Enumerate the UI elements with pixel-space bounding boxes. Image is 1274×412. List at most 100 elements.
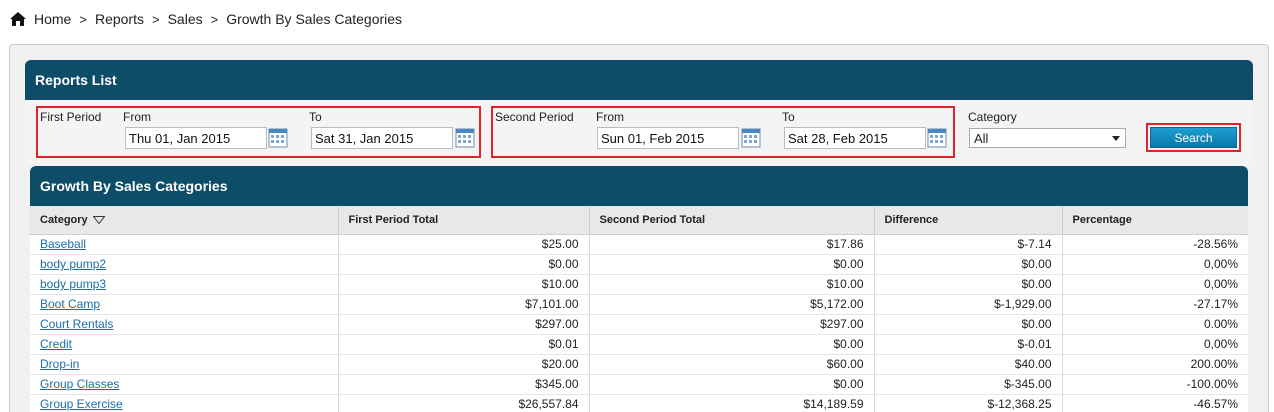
percentage-cell: 0,00% xyxy=(1062,334,1248,355)
percentage-cell: -46.57% xyxy=(1062,394,1248,412)
second-period-cell: $0.00 xyxy=(589,254,875,275)
breadcrumb-sales[interactable]: Sales xyxy=(168,11,203,27)
column-header-percentage[interactable]: Percentage xyxy=(1062,206,1248,235)
category-cell: Drop-in xyxy=(30,354,339,375)
calendar-icon[interactable] xyxy=(741,128,761,148)
breadcrumb: Home > Reports > Sales > Growth By Sales… xyxy=(10,10,402,28)
difference-cell: $0.00 xyxy=(874,254,1063,275)
chevron-down-icon xyxy=(1112,136,1120,141)
percentage-cell: -27.17% xyxy=(1062,294,1248,315)
first-period-cell: $25.00 xyxy=(338,234,590,255)
column-header-second-period[interactable]: Second Period Total xyxy=(589,206,875,235)
percentage-cell: -28.56% xyxy=(1062,234,1248,255)
category-link[interactable]: Credit xyxy=(40,337,72,351)
first-period-from-label: From xyxy=(123,110,151,124)
breadcrumb-current: Growth By Sales Categories xyxy=(226,11,403,27)
table-body: Baseball $25.00 $17.86 $-7.14 -28.56% body pu… xyxy=(30,234,1248,412)
difference-cell: $-1,929.00 xyxy=(874,294,1063,315)
category-cell: body pump2 xyxy=(30,254,339,275)
sort-down-icon[interactable] xyxy=(92,215,105,224)
home-icon[interactable] xyxy=(10,12,26,26)
second-period-cell: $297.00 xyxy=(589,314,875,335)
category-link[interactable]: body pump2 xyxy=(40,257,106,271)
column-header-difference[interactable]: Difference xyxy=(874,206,1063,235)
category-link[interactable]: Group Classes xyxy=(40,377,119,391)
first-period-to-input[interactable] xyxy=(311,127,453,149)
table-row: Group Exercise $26,557.84 $14,189.59 $-12,3… xyxy=(30,394,1248,412)
category-link[interactable]: Drop-in xyxy=(40,357,79,371)
calendar-icon[interactable] xyxy=(455,128,475,148)
category-selected-value: All xyxy=(974,131,989,146)
difference-cell: $-345.00 xyxy=(874,374,1063,395)
first-period-cell: $0.01 xyxy=(338,334,590,355)
second-period-cell: $0.00 xyxy=(589,334,875,355)
second-period-to-input[interactable] xyxy=(784,127,926,149)
difference-cell: $0.00 xyxy=(874,314,1063,335)
category-link[interactable]: Baseball xyxy=(40,237,86,251)
percentage-cell: 0.00% xyxy=(1062,314,1248,335)
category-cell: Credit xyxy=(30,334,339,355)
growth-title: Growth By Sales Categories xyxy=(40,178,228,194)
percentage-cell: 200.00% xyxy=(1062,354,1248,375)
second-period-cell: $14,189.59 xyxy=(589,394,875,412)
category-cell: body pump3 xyxy=(30,274,339,295)
breadcrumb-separator: > xyxy=(79,11,87,27)
percentage-cell: 0,00% xyxy=(1062,254,1248,275)
first-period-from-input[interactable] xyxy=(125,127,267,149)
second-period-from-label: From xyxy=(596,110,624,124)
category-cell: Boot Camp xyxy=(30,294,339,315)
first-period-cell: $297.00 xyxy=(338,314,590,335)
category-cell: Group Exercise xyxy=(30,394,339,412)
reports-list-title: Reports List xyxy=(35,72,117,88)
category-label: Category xyxy=(968,110,1017,124)
category-cell: Group Classes xyxy=(30,374,339,395)
breadcrumb-home[interactable]: Home xyxy=(34,11,71,27)
breadcrumb-separator: > xyxy=(210,11,219,27)
percentage-cell: 0,00% xyxy=(1062,274,1248,295)
category-select[interactable]: All xyxy=(969,128,1126,148)
growth-table: Category First Period Total Second Perio… xyxy=(30,206,1248,412)
category-link[interactable]: Court Rentals xyxy=(40,317,113,331)
column-header-first-period[interactable]: First Period Total xyxy=(338,206,590,235)
category-link[interactable]: body pump3 xyxy=(40,277,106,291)
growth-header: Growth By Sales Categories xyxy=(30,166,1248,206)
first-period-cell: $20.00 xyxy=(338,354,590,375)
difference-cell: $-0.01 xyxy=(874,334,1063,355)
search-button[interactable]: Search xyxy=(1150,127,1237,148)
table-row: body pump2 $0.00 $0.00 $0.00 0,00% xyxy=(30,254,1248,275)
breadcrumb-reports[interactable]: Reports xyxy=(95,11,144,27)
first-period-cell: $345.00 xyxy=(338,374,590,395)
percentage-cell: -100.00% xyxy=(1062,374,1248,395)
breadcrumb-separator: > xyxy=(151,11,160,27)
first-period-label: First Period xyxy=(40,110,102,124)
column-header-category[interactable]: Category xyxy=(30,206,339,235)
second-period-to-label: To xyxy=(782,110,795,124)
second-period-cell: $17.86 xyxy=(589,234,875,255)
table-row: Court Rentals $297.00 $297.00 $0.00 0.00% xyxy=(30,314,1248,335)
second-period-cell: $0.00 xyxy=(589,374,875,395)
table-row: Credit $0.01 $0.00 $-0.01 0,00% xyxy=(30,334,1248,355)
table-row: Drop-in $20.00 $60.00 $40.00 200.00% xyxy=(30,354,1248,375)
first-period-cell: $7,101.00 xyxy=(338,294,590,315)
difference-cell: $0.00 xyxy=(874,274,1063,295)
difference-cell: $-12,368.25 xyxy=(874,394,1063,412)
table-row: body pump3 $10.00 $10.00 $0.00 0,00% xyxy=(30,274,1248,295)
table-row: Boot Camp $7,101.00 $5,172.00 $-1,929.00 -27… xyxy=(30,294,1248,315)
second-period-cell: $5,172.00 xyxy=(589,294,875,315)
first-period-cell: $26,557.84 xyxy=(338,394,590,412)
first-period-cell: $10.00 xyxy=(338,274,590,295)
column-header-label: Category xyxy=(40,213,88,226)
table-header-row: Category First Period Total Second Perio… xyxy=(30,206,1248,235)
table-row: Baseball $25.00 $17.86 $-7.14 -28.56% xyxy=(30,234,1248,255)
calendar-icon[interactable] xyxy=(927,128,947,148)
first-period-to-label: To xyxy=(309,110,322,124)
second-period-label: Second Period xyxy=(495,110,574,124)
table-row: Group Classes $345.00 $0.00 $-345.00 -100.00… xyxy=(30,374,1248,395)
category-cell: Baseball xyxy=(30,234,339,255)
second-period-cell: $60.00 xyxy=(589,354,875,375)
category-link[interactable]: Group Exercise xyxy=(40,397,123,411)
difference-cell: $-7.14 xyxy=(874,234,1063,255)
category-link[interactable]: Boot Camp xyxy=(40,297,100,311)
second-period-from-input[interactable] xyxy=(597,127,739,149)
calendar-icon[interactable] xyxy=(268,128,288,148)
